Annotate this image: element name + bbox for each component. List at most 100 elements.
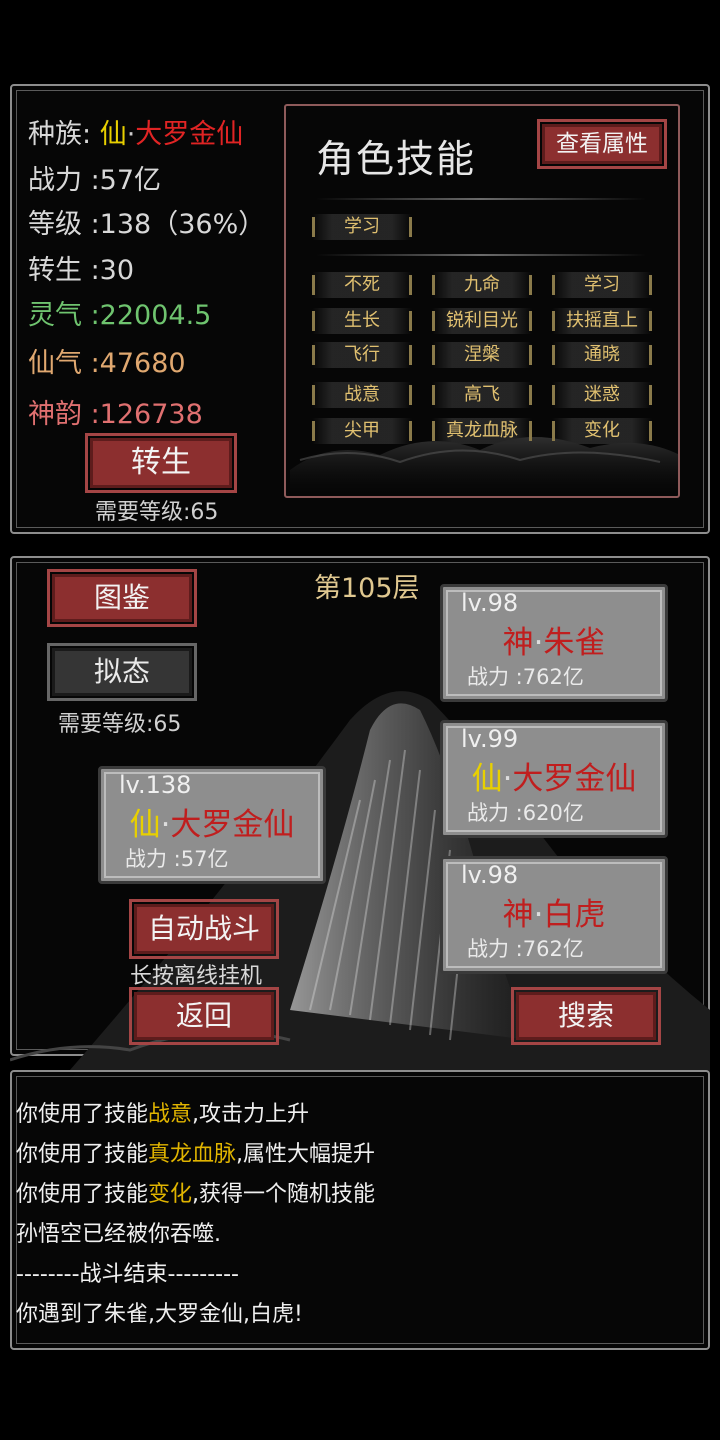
enemy-name: 神·朱雀 bbox=[443, 617, 665, 662]
log-line-6: 你遇到了朱雀,大罗金仙,白虎! bbox=[16, 1302, 303, 1327]
rebirth-button[interactable]: 转生 bbox=[85, 433, 237, 493]
enemy-level: lv.99 bbox=[461, 725, 519, 753]
player-card[interactable]: lv.138 仙·大罗金仙 战力 :57亿 bbox=[98, 766, 326, 884]
view-attributes-label: 查看属性 bbox=[556, 131, 648, 157]
back-button[interactable]: 返回 bbox=[129, 987, 279, 1045]
log-line-5: --------战斗结束--------- bbox=[16, 1262, 239, 1287]
lingqi-stat: 灵气 :22004.5 bbox=[28, 300, 212, 331]
learn-slot-label: 学习 bbox=[344, 216, 380, 237]
player-level: lv.138 bbox=[119, 771, 192, 799]
view-attributes-button[interactable]: 查看属性 bbox=[537, 119, 667, 169]
enemy-dot: · bbox=[533, 625, 544, 661]
enemy-name-text: 朱雀 bbox=[543, 625, 606, 661]
enemy-name: 神·白虎 bbox=[443, 889, 665, 934]
log-text: 你使用了技能 bbox=[16, 1142, 149, 1167]
enemy-name-text: 白虎 bbox=[543, 897, 606, 933]
auto-battle-hint: 长按离线挂机 bbox=[130, 964, 263, 989]
mimic-button[interactable]: 拟态 bbox=[47, 643, 197, 701]
skill-label: 锐利目光 bbox=[446, 310, 518, 331]
enemy-level: lv.98 bbox=[461, 589, 519, 617]
skill-slot[interactable]: 尖甲 bbox=[312, 418, 412, 444]
enemy-power: 战力 :620亿 bbox=[467, 801, 584, 825]
skill-slot[interactable]: 扶摇直上 bbox=[552, 308, 652, 334]
skill-slot[interactable]: 迷惑 bbox=[552, 382, 652, 408]
skill-label: 尖甲 bbox=[344, 420, 380, 441]
skill-slot[interactable]: 变化 bbox=[552, 418, 652, 444]
auto-battle-button[interactable]: 自动战斗 bbox=[129, 899, 279, 959]
skill-label: 扶摇直上 bbox=[566, 310, 638, 331]
enemy-level: lv.98 bbox=[461, 861, 519, 889]
enemy-dot: · bbox=[533, 897, 544, 933]
player-name: 仙·大罗金仙 bbox=[101, 799, 323, 844]
race-stat: 种族: 仙·大罗金仙 bbox=[28, 112, 243, 151]
log-text: ,属性大幅提升 bbox=[236, 1142, 376, 1167]
skill-slot[interactable]: 涅槃 bbox=[432, 342, 532, 368]
enemy-card-2[interactable]: lv.99 仙·大罗金仙 战力 :620亿 bbox=[440, 720, 668, 838]
power-stat: 战力 :57亿 bbox=[28, 165, 162, 196]
log-skill: 战意 bbox=[148, 1102, 193, 1127]
shenyun-stat: 神韵 :126738 bbox=[28, 399, 203, 430]
skill-label: 学习 bbox=[584, 274, 620, 295]
skill-label: 高飞 bbox=[464, 384, 500, 405]
skills-divider-2 bbox=[316, 254, 646, 256]
rebirth-button-label: 转生 bbox=[131, 445, 191, 480]
level-stat: 等级 :138（36%） bbox=[28, 209, 266, 240]
race-dot: · bbox=[126, 119, 136, 150]
mimic-requirement: 需要等级:65 bbox=[58, 712, 182, 737]
log-line-4: 孙悟空已经被你吞噬. bbox=[16, 1222, 221, 1247]
floor-label: 第105层 bbox=[314, 573, 420, 604]
player-power: 战力 :57亿 bbox=[125, 847, 229, 871]
log-text: 你使用了技能 bbox=[16, 1102, 149, 1127]
log-text: ,攻击力上升 bbox=[192, 1102, 310, 1127]
codex-button[interactable]: 图鉴 bbox=[47, 569, 197, 627]
race-name: 大罗金仙 bbox=[135, 119, 244, 150]
mimic-button-label: 拟态 bbox=[93, 655, 150, 688]
enemy-prefix: 神 bbox=[502, 625, 534, 661]
skill-label: 生长 bbox=[344, 310, 380, 331]
skill-label: 通晓 bbox=[584, 344, 620, 365]
enemy-name-text: 大罗金仙 bbox=[512, 761, 637, 797]
player-prefix: 仙 bbox=[129, 807, 161, 843]
race-label: 种族: bbox=[28, 119, 92, 150]
enemy-card-3[interactable]: lv.98 神·白虎 战力 :762亿 bbox=[440, 856, 668, 974]
log-line-2: 你使用了技能真龙血脉,属性大幅提升 bbox=[16, 1136, 375, 1168]
enemy-power: 战力 :762亿 bbox=[467, 937, 584, 961]
enemy-card-1[interactable]: lv.98 神·朱雀 战力 :762亿 bbox=[440, 584, 668, 702]
rebirth-stat: 转生 :30 bbox=[28, 255, 135, 286]
log-skill: 变化 bbox=[148, 1182, 193, 1207]
search-button-label: 搜索 bbox=[557, 999, 614, 1032]
skill-label: 战意 bbox=[344, 384, 380, 405]
skill-slot[interactable]: 生长 bbox=[312, 308, 412, 334]
learn-slot[interactable]: 学习 bbox=[312, 214, 412, 240]
auto-battle-label: 自动战斗 bbox=[147, 912, 260, 945]
race-prefix: 仙 bbox=[99, 119, 127, 150]
skill-label: 迷惑 bbox=[584, 384, 620, 405]
skill-slot[interactable]: 九命 bbox=[432, 272, 532, 298]
enemy-prefix: 仙 bbox=[471, 761, 503, 797]
skill-slot[interactable]: 不死 bbox=[312, 272, 412, 298]
back-button-label: 返回 bbox=[175, 999, 232, 1032]
enemy-name: 仙·大罗金仙 bbox=[443, 753, 665, 798]
skill-slot[interactable]: 飞行 bbox=[312, 342, 412, 368]
skill-label: 真龙血脉 bbox=[446, 420, 518, 441]
skill-label: 飞行 bbox=[344, 344, 380, 365]
skill-slot[interactable]: 真龙血脉 bbox=[432, 418, 532, 444]
skill-slot[interactable]: 高飞 bbox=[432, 382, 532, 408]
search-button[interactable]: 搜索 bbox=[511, 987, 661, 1045]
skill-slot[interactable]: 锐利目光 bbox=[432, 308, 532, 334]
rebirth-requirement: 需要等级:65 bbox=[95, 500, 219, 525]
log-text: 你使用了技能 bbox=[16, 1182, 149, 1207]
skill-slot[interactable]: 通晓 bbox=[552, 342, 652, 368]
skill-slot[interactable]: 学习 bbox=[552, 272, 652, 298]
log-text: ,获得一个随机技能 bbox=[192, 1182, 376, 1207]
enemy-power: 战力 :762亿 bbox=[467, 665, 584, 689]
enemy-prefix: 神 bbox=[502, 897, 534, 933]
xianqi-stat: 仙气 :47680 bbox=[28, 348, 186, 379]
skills-divider bbox=[316, 198, 646, 200]
enemy-dot: · bbox=[502, 761, 513, 797]
codex-button-label: 图鉴 bbox=[93, 581, 150, 614]
skills-title: 角色技能 bbox=[316, 137, 477, 181]
skill-label: 九命 bbox=[464, 274, 500, 295]
log-line-1: 你使用了技能战意,攻击力上升 bbox=[16, 1096, 309, 1128]
skill-slot[interactable]: 战意 bbox=[312, 382, 412, 408]
